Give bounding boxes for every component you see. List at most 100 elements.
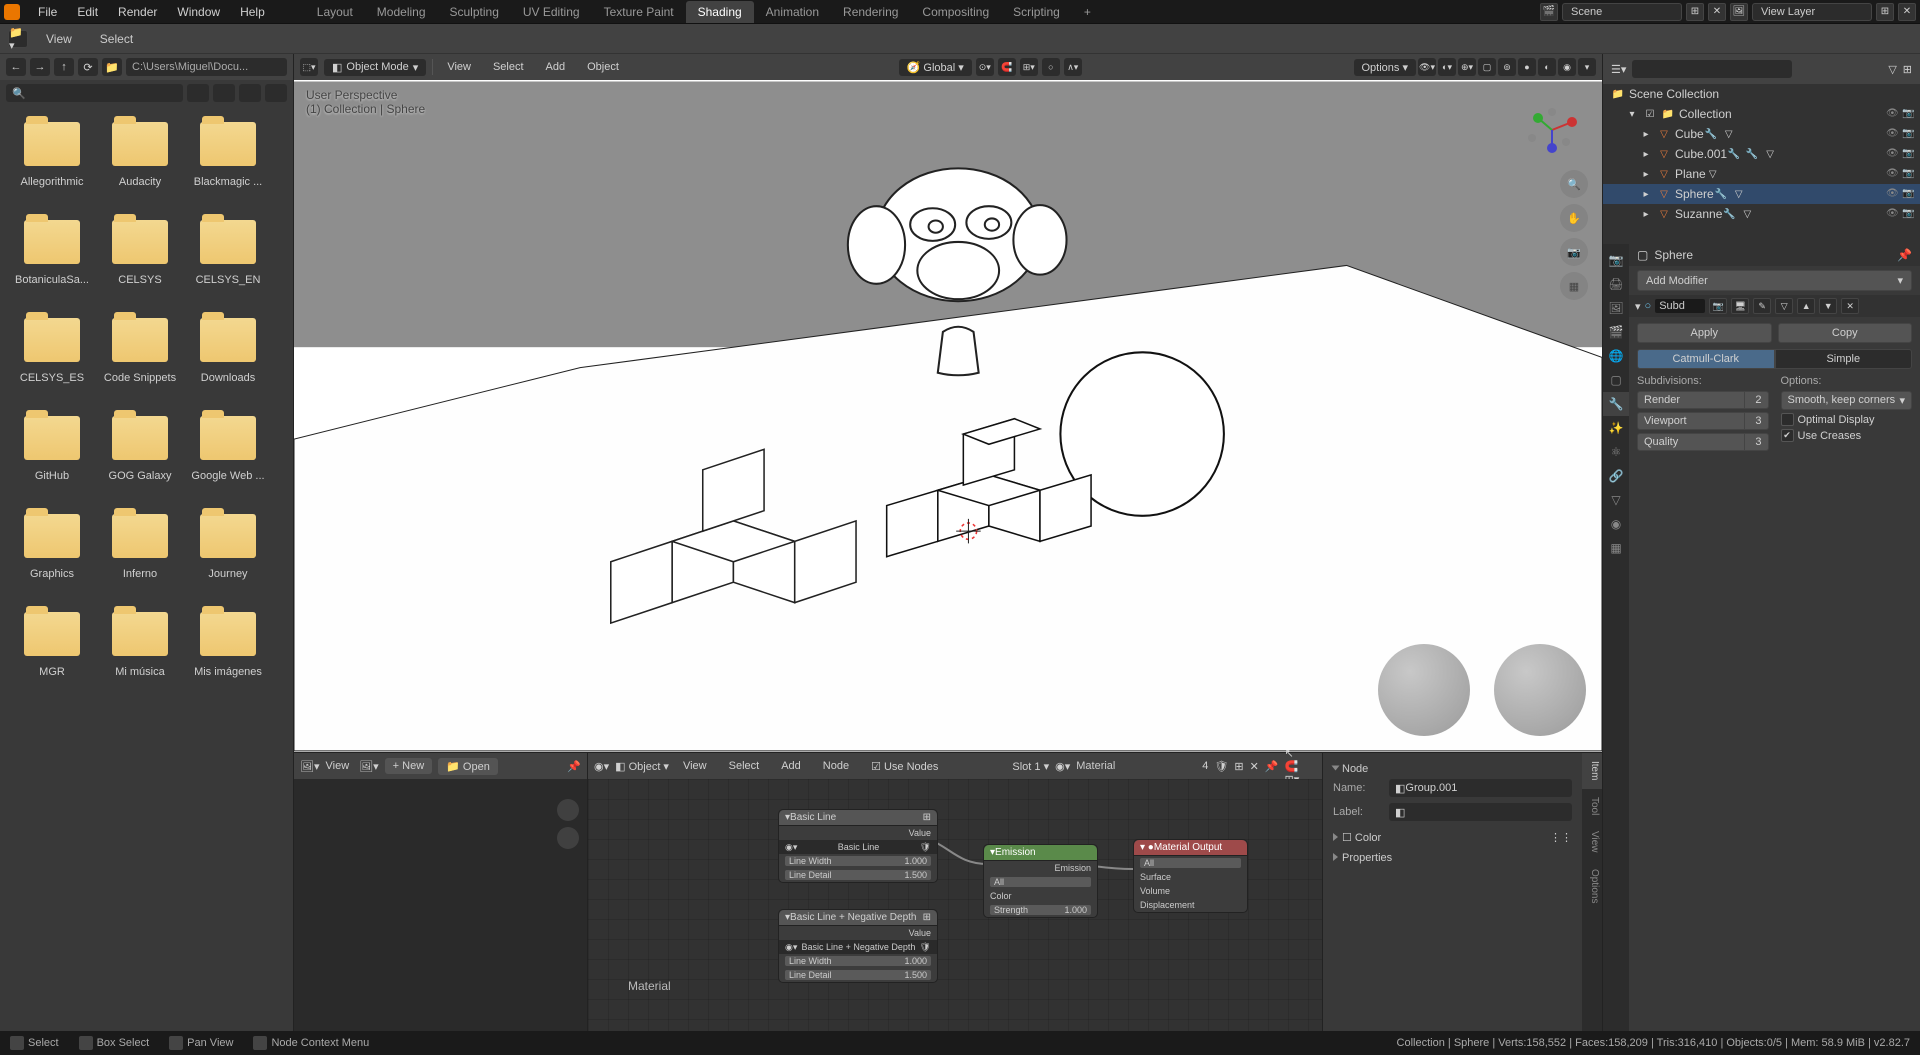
menu-edit[interactable]: Edit (67, 3, 108, 21)
node-select-menu[interactable]: Select (721, 758, 768, 774)
sidebar-tab-item[interactable]: Item (1582, 753, 1602, 788)
mod-realtime-icon[interactable]: 🖥 (1731, 298, 1749, 314)
snap-type-icon[interactable]: ⊞▾ (1020, 58, 1038, 76)
outliner[interactable]: 📁Scene Collection ▾☑📁Collection👁📷 ▸▽Cube… (1603, 84, 1920, 244)
use-creases-checkbox[interactable]: ✔Use Creases (1781, 429, 1913, 442)
shader-type-selector[interactable]: ◧ Object ▾ (615, 760, 669, 773)
simple-toggle[interactable]: Simple (1775, 349, 1913, 369)
path-field[interactable]: C:\Users\Miguel\Docu... (126, 58, 287, 76)
outliner-row-sphere[interactable]: ▸▽Sphere 🔧▽👁📷 (1603, 184, 1920, 204)
shading-solid-icon[interactable]: ● (1518, 58, 1536, 76)
folder-item[interactable]: Mi música (96, 604, 184, 702)
node-view-menu[interactable]: View (675, 758, 715, 774)
options-dropdown[interactable]: Options ▾ (1354, 59, 1417, 76)
filter-icon[interactable]: ▽ (1888, 63, 1896, 76)
display-mode-icon[interactable] (187, 84, 209, 102)
preview-sphere-2[interactable] (1494, 644, 1586, 736)
shading-rendered-icon[interactable]: ◉ (1558, 58, 1576, 76)
tab-sculpting[interactable]: Sculpting (438, 1, 511, 23)
folder-item[interactable]: Allegorithmic (8, 114, 96, 212)
prop-tab-physics[interactable]: ⚛ (1603, 440, 1629, 464)
nav-refresh-icon[interactable]: ⟳ (78, 58, 98, 76)
outliner-row-cube001[interactable]: ▸▽Cube.001 🔧🔧▽👁📷 (1603, 144, 1920, 164)
section-node[interactable]: Node (1333, 759, 1572, 779)
node-title[interactable]: ▾ ● Material Output (1134, 840, 1247, 856)
socket-input[interactable]: Surface (1140, 872, 1171, 882)
shading-dropdown-icon[interactable]: ▾ (1578, 58, 1596, 76)
nav-forward-icon[interactable]: → (30, 58, 50, 76)
viewport-select-menu[interactable]: Select (485, 59, 532, 75)
tab-rendering[interactable]: Rendering (831, 1, 910, 23)
scene-browse-icon[interactable]: 🎬 (1540, 3, 1558, 21)
folder-item[interactable]: Code Snippets (96, 310, 184, 408)
mode-selector[interactable]: ◧ Object Mode ▾ (324, 59, 426, 76)
socket-input[interactable]: Displacement (1140, 900, 1195, 910)
zoom-icon[interactable]: 🔍 (1560, 170, 1588, 198)
prop-tab-world[interactable]: 🌐 (1603, 344, 1629, 368)
folder-item[interactable]: Blackmagic ... (184, 114, 272, 212)
node-basic-line-negative-depth[interactable]: ▾ Basic Line + Negative Depth ⊞ Value ◉▾… (778, 909, 938, 983)
editor-type-dropdown-icon[interactable]: ⬚▾ (300, 58, 318, 76)
uv-smooth-select[interactable]: Smooth, keep corners▾ (1781, 391, 1913, 410)
mod-up-icon[interactable]: ▲ (1797, 298, 1815, 314)
editor-type-icon[interactable]: ☰▾ (1611, 63, 1626, 76)
node-title[interactable]: ▾ Emission (984, 845, 1097, 861)
prop-tab-output[interactable]: 🖨 (1603, 272, 1629, 296)
prop-tab-constraints[interactable]: 🔗 (1603, 464, 1629, 488)
outliner-search[interactable] (1632, 60, 1792, 78)
image-browse-icon[interactable]: 🖼▾ (359, 760, 379, 773)
proportional-type-icon[interactable]: ∧▾ (1064, 58, 1082, 76)
new-material-icon[interactable]: ⊞ (1234, 760, 1243, 773)
prop-tab-render[interactable]: 📷 (1603, 248, 1629, 272)
mod-delete-icon[interactable]: ✕ (1841, 298, 1859, 314)
sidebar-tab-view[interactable]: View (1582, 823, 1602, 861)
gizmo-icon[interactable]: ◐▾ (1438, 58, 1456, 76)
camera-icon[interactable]: 📷 (1560, 238, 1588, 266)
sort-icon[interactable] (213, 84, 235, 102)
folder-item[interactable]: Inferno (96, 506, 184, 604)
node-add-menu[interactable]: Add (773, 758, 809, 774)
menu-window[interactable]: Window (167, 3, 230, 21)
editor-type-icon[interactable]: ◉▾ (594, 760, 609, 773)
slot-selector[interactable]: Slot 1 ▾ (1012, 760, 1049, 773)
add-modifier-button[interactable]: Add Modifier▾ (1637, 270, 1912, 291)
delete-scene-icon[interactable]: ✕ (1708, 3, 1726, 21)
shading-matprev-icon[interactable]: ◐ (1538, 58, 1556, 76)
editor-type-icon[interactable]: 🖼▾ (300, 760, 320, 773)
viewport-add-menu[interactable]: Add (538, 59, 574, 75)
prop-tab-modifiers[interactable]: 🔧 (1603, 392, 1629, 416)
image-editor-canvas[interactable] (294, 779, 587, 1031)
delete-viewlayer-icon[interactable]: ✕ (1898, 3, 1916, 21)
sidebar-tab-tool[interactable]: Tool (1582, 789, 1602, 823)
snap-icon[interactable]: 🧲 (1284, 760, 1299, 773)
viewport-canvas[interactable]: User Perspective (1) Collection | Sphere… (294, 80, 1602, 752)
filter-icon[interactable] (239, 84, 261, 102)
render-subdiv-field[interactable]: Render2 (1637, 391, 1769, 409)
section-color[interactable]: ☐ Color⋮⋮ (1333, 827, 1572, 848)
node-title[interactable]: ▾ Basic Line ⊞ (779, 810, 937, 826)
settings-icon[interactable] (265, 84, 287, 102)
quality-field[interactable]: Quality3 (1637, 433, 1769, 451)
modifier-header[interactable]: ▾○ 📷 🖥 ✎ ▽ ▲ ▼ ✕ (1629, 295, 1920, 317)
tab-uv-editing[interactable]: UV Editing (511, 1, 592, 23)
tab-layout[interactable]: Layout (305, 1, 365, 23)
scene-name-field[interactable] (1562, 3, 1682, 21)
socket-input[interactable]: Volume (1140, 886, 1170, 896)
menu-help[interactable]: Help (230, 3, 275, 21)
open-image-button[interactable]: 📁 Open (438, 758, 498, 775)
xray-icon[interactable]: ▢ (1478, 58, 1496, 76)
editor-type-icon[interactable]: 📁▾ (8, 30, 28, 48)
viewport-object-menu[interactable]: Object (579, 59, 627, 75)
socket-output[interactable]: Value (909, 928, 931, 938)
mod-editmode-icon[interactable]: ✎ (1753, 298, 1771, 314)
proportional-icon[interactable]: ○ (1042, 58, 1060, 76)
prop-tab-viewlayer[interactable]: 🖼 (1603, 296, 1629, 320)
nav-folder-icon[interactable]: 📁 (102, 58, 122, 76)
folder-item[interactable]: Mis imágenes (184, 604, 272, 702)
socket-output[interactable]: Emission (1054, 863, 1091, 873)
folder-item[interactable]: GOG Galaxy (96, 408, 184, 506)
snap-icon[interactable]: 🧲 (998, 58, 1016, 76)
prop-tab-object[interactable]: ▢ (1603, 368, 1629, 392)
pin-icon[interactable]: 📌 (567, 760, 581, 773)
material-users[interactable]: 4 (1202, 760, 1208, 772)
